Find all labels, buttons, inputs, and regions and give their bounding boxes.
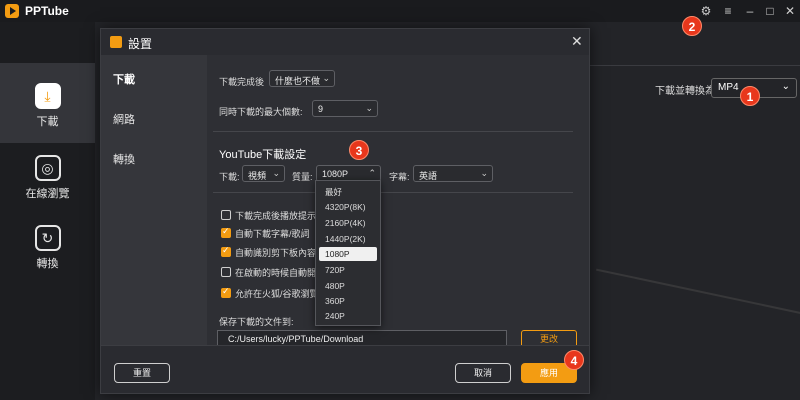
cancel-button[interactable]: 取消 [455, 363, 511, 383]
checkbox-label: 在啟動的時候自動開始 [235, 268, 315, 278]
checkbox-label: 自動下載字幕/歌詞 [235, 229, 310, 239]
dialog-tab-network[interactable]: 網路 [113, 111, 135, 127]
gear-icon[interactable]: ⚙ [698, 3, 714, 19]
chevron-down-icon: ⌄ [365, 103, 373, 113]
reset-button[interactable]: 重置 [114, 363, 170, 383]
download-type-value: 視頻 [248, 171, 267, 181]
checkbox-auto-subtitles[interactable] [221, 226, 231, 238]
divider [213, 192, 573, 193]
dialog-header: 設置 ✕ [101, 29, 589, 55]
sidebar-item-label: 在線瀏覽 [25, 188, 70, 200]
quality-option-best[interactable]: 最好 [319, 184, 377, 198]
subtitle-value: 英語 [419, 171, 438, 181]
checkbox-clipboard[interactable] [221, 245, 231, 257]
max-downloads-select[interactable]: 9 ⌄ [312, 100, 378, 117]
subtitle-select[interactable]: 英語 ⌄ [413, 165, 493, 182]
checkbox-label: 下載完成後播放提示音 [235, 211, 315, 221]
checkbox-browser[interactable] [221, 286, 231, 298]
close-icon[interactable]: ✕ [571, 33, 583, 50]
download-type-select[interactable]: 視頻 ⌄ [242, 165, 285, 182]
dialog-body [207, 55, 589, 345]
subtitle-label: 字幕: [389, 172, 410, 182]
callout-badge-4: 4 [564, 350, 584, 370]
youtube-section-title: YouTube下載設定 [219, 149, 307, 161]
callout-badge-1: 1 [740, 86, 760, 106]
dialog-footer: 重置 取消 應用 [101, 345, 589, 393]
app-window: PPTube ⚙ ≡ – □ ✕ ⤓ 下載 ◎ 在線瀏覽 ↻ 轉換 下載並轉換為… [0, 0, 800, 400]
checkbox-label: 自動識別剪下板內容 [235, 248, 315, 258]
sidebar-item-label: 轉換 [36, 258, 59, 270]
chevron-up-icon: ⌃ [368, 168, 376, 178]
quality-option-360p[interactable]: 360P [319, 294, 377, 308]
quality-option-240p[interactable]: 240P [319, 309, 377, 323]
callout-badge-3: 3 [349, 140, 369, 160]
after-download-label: 下載完成後 [219, 77, 265, 87]
background-decoration [588, 268, 800, 352]
dialog-tab-convert[interactable]: 轉換 [113, 151, 135, 167]
divider [213, 131, 573, 132]
after-download-value: 什麼也不做 [275, 76, 321, 86]
dialog-title: 設置 [128, 37, 153, 51]
convert-icon: ↻ [34, 225, 61, 251]
quality-option-2160p[interactable]: 2160P(4K) [319, 216, 377, 230]
close-icon[interactable]: ✕ [782, 3, 798, 19]
dialog-tab-download[interactable]: 下載 [113, 71, 135, 87]
convert-format-value: MP4 [718, 82, 739, 93]
sidebar-item-download[interactable]: ⤓ 下載 [0, 63, 95, 143]
minimize-icon[interactable]: – [742, 3, 758, 19]
sidebar-item-label: 下載 [36, 116, 59, 128]
download-icon: ⤓ [34, 83, 61, 109]
quality-label: 質量: [292, 172, 313, 182]
quality-option-720p[interactable]: 720P [319, 263, 377, 277]
checkbox-completion-sound[interactable] [221, 210, 231, 220]
checkbox-autostart[interactable] [221, 267, 231, 277]
sidebar: ⤓ 下載 ◎ 在線瀏覽 ↻ 轉換 [0, 22, 95, 400]
sidebar-item-convert[interactable]: ↻ 轉換 [0, 225, 95, 271]
quality-option-4320p[interactable]: 4320P(8K) [319, 200, 377, 214]
checkbox-label: 允許在火狐/谷歌瀏覽器 [235, 289, 315, 299]
quality-value: 1080P [322, 169, 349, 179]
quality-option-1440p[interactable]: 1440P(2K) [319, 232, 377, 246]
quality-dropdown: 最好 4320P(8K) 2160P(4K) 1440P(2K) 1080P 7… [315, 180, 381, 326]
maximize-icon[interactable]: □ [762, 3, 778, 19]
quality-option-1080p[interactable]: 1080P [319, 247, 377, 261]
chevron-down-icon: ⌄ [781, 81, 790, 92]
globe-icon: ◎ [34, 155, 61, 181]
chevron-down-icon: ⌄ [480, 168, 488, 178]
convert-label: 下載並轉換為 [655, 86, 715, 97]
divider [590, 65, 800, 66]
chevron-down-icon: ⌄ [322, 73, 330, 83]
pptube-logo-icon [110, 36, 122, 48]
chevron-down-icon: ⌄ [272, 168, 280, 178]
quality-option-480p[interactable]: 480P [319, 279, 377, 293]
callout-badge-2: 2 [682, 16, 702, 36]
dialog-nav: 下載 網路 轉換 [101, 55, 207, 345]
download-type-label: 下載: [219, 172, 240, 182]
title-bar: PPTube ⚙ ≡ – □ ✕ [0, 0, 800, 22]
app-title: PPTube [25, 4, 69, 18]
menu-icon[interactable]: ≡ [720, 3, 736, 19]
sidebar-item-browse[interactable]: ◎ 在線瀏覽 [0, 155, 95, 201]
save-path-label: 保存下載的文件到: [219, 317, 294, 327]
max-downloads-label: 同時下載的最大個數: [219, 107, 303, 117]
after-download-select[interactable]: 什麼也不做 ⌄ [269, 70, 335, 87]
pptube-logo-icon [5, 4, 19, 18]
max-downloads-value: 9 [318, 104, 324, 114]
